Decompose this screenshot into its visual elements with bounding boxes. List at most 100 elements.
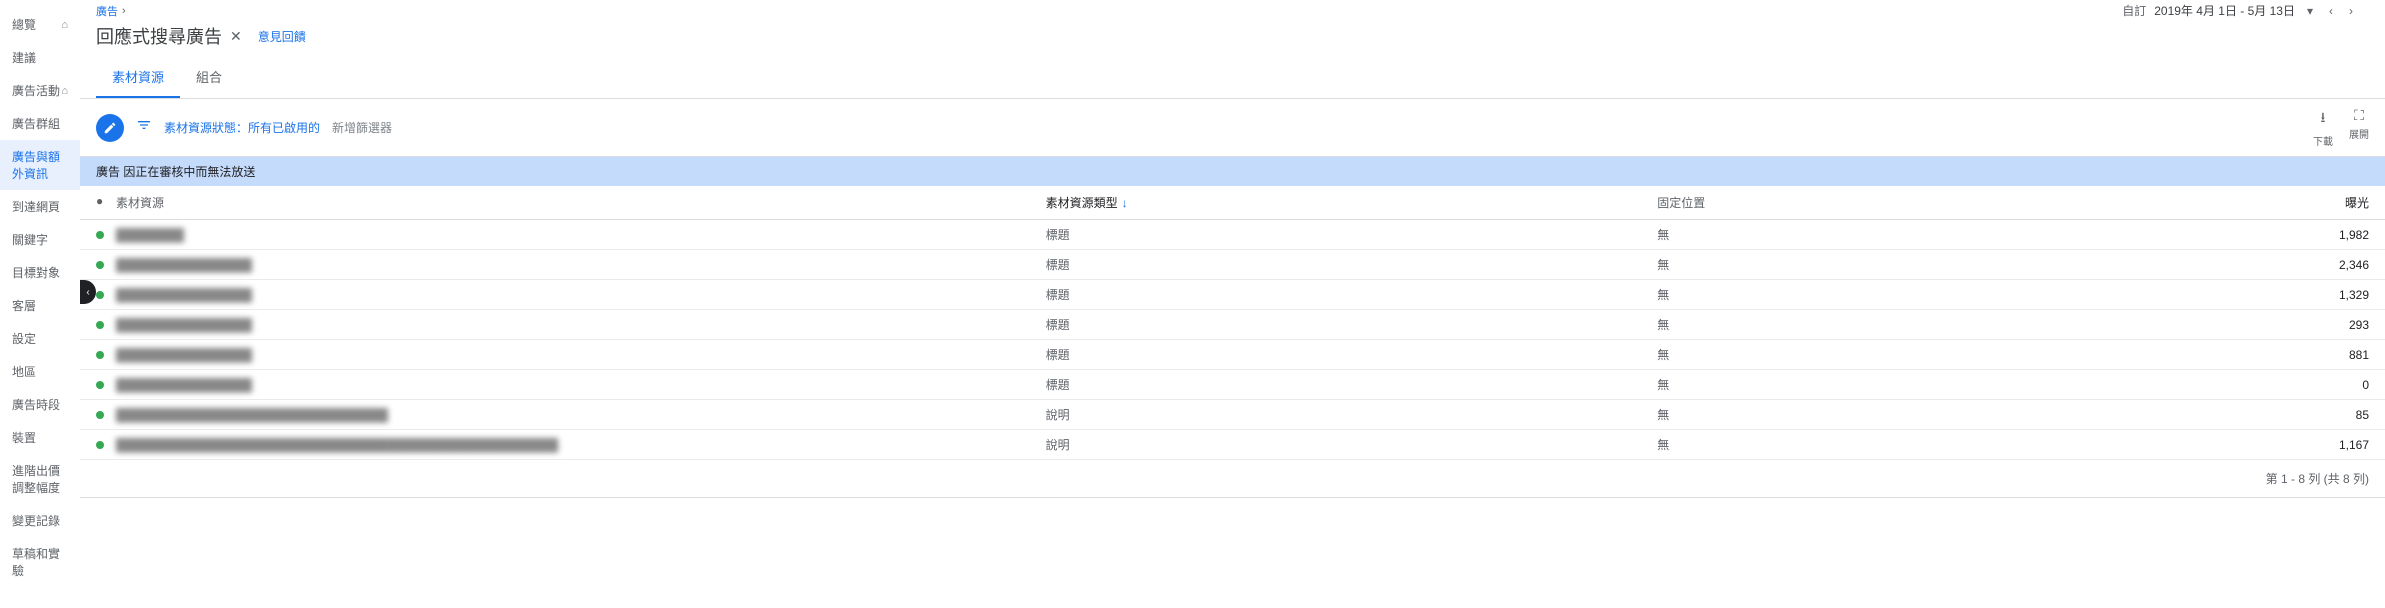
position-cell: 無 [1657,406,2269,423]
sidebar-item-adgroups[interactable]: 廣告群組 [0,107,80,140]
asset-cell: ████████████████████████████████████████… [116,438,1046,452]
position-cell: 無 [1657,256,2269,273]
tab-assets[interactable]: 素材資源 [96,57,180,98]
page-title: 回應式搜尋廣告 [96,23,222,49]
type-cell: 標題 [1046,376,1658,393]
status-cell [96,438,116,452]
feedback-link[interactable]: 意見回饋 [258,28,306,45]
sidebar-item-change-history[interactable]: 變更記錄 [0,504,80,537]
sort-down-icon: ↓ [1122,196,1128,210]
edit-button[interactable] [96,114,124,142]
sidebar-item-overview[interactable]: 總覽 ⌂ [0,8,80,41]
date-prev-button[interactable]: ‹ [2325,4,2337,18]
type-cell: 標題 [1046,286,1658,303]
asset-cell: ████████████████████████████████ [116,408,1046,422]
tab-combinations[interactable]: 組合 [180,57,238,98]
impressions-cell: 881 [2269,348,2369,362]
column-status-dot: ● [96,194,116,211]
impressions-cell: 1,329 [2269,288,2369,302]
status-cell [96,258,116,272]
status-cell [96,378,116,392]
review-notice: 廣告 因正在審核中而無法放送 [80,157,2385,186]
column-asset[interactable]: 素材資源 [116,194,1046,211]
sidebar-item-devices[interactable]: 裝置 [0,421,80,454]
impressions-cell: 1,167 [2269,438,2369,452]
filter-icon[interactable] [136,117,152,138]
table-row[interactable]: ████████████████ 標題 無 2,346 [80,250,2385,280]
table-row[interactable]: ████████████████ 標題 無 0 [80,370,2385,400]
asset-cell: ████████████████ [116,288,1046,302]
sidebar-item-ads-assets[interactable]: 廣告與額外資訊 [0,140,80,190]
status-dot-icon [96,291,104,299]
home-icon: ⌂ [61,19,68,31]
expand-button[interactable]: ⛶ 展開 [2349,107,2369,148]
table-row[interactable]: ████████████████████████████████████████… [80,430,2385,460]
table-header-row: ● 素材資源 素材資源類型↓ 固定位置 曝光 [80,186,2385,220]
type-cell: 標題 [1046,256,1658,273]
sidebar-item-audiences[interactable]: 目標對象 [0,256,80,289]
filter-chip[interactable]: 素材資源狀態：所有已啟用的 [164,119,320,136]
position-cell: 無 [1657,316,2269,333]
sidebar-item-demographics[interactable]: 客層 [0,289,80,322]
chevron-right-icon: › [122,5,126,17]
status-cell [96,288,116,302]
download-icon: ⭳ [2321,107,2326,131]
impressions-cell: 1,982 [2269,228,2369,242]
position-cell: 無 [1657,346,2269,363]
chevron-down-icon[interactable]: ▾ [2303,4,2317,18]
assets-table: ● 素材資源 素材資源類型↓ 固定位置 曝光 ████████ 標題 無 1,9… [80,186,2385,498]
position-cell: 無 [1657,286,2269,303]
breadcrumb-parent[interactable]: 廣告 [96,3,118,19]
status-dot-icon [96,321,104,329]
impressions-cell: 0 [2269,378,2369,392]
sidebar-item-keywords[interactable]: 關鍵字 [0,223,80,256]
home-icon: ⌂ [61,85,68,97]
type-cell: 標題 [1046,346,1658,363]
impressions-cell: 293 [2269,318,2369,332]
download-button[interactable]: ⭳ 下載 [2313,107,2333,148]
table-row[interactable]: ████████████████ 標題 無 1,329 [80,280,2385,310]
asset-cell: ████████████████ [116,318,1046,332]
status-cell [96,348,116,362]
status-dot-icon [96,381,104,389]
status-cell [96,408,116,422]
asset-cell: ████████████████ [116,378,1046,392]
column-position[interactable]: 固定位置 [1657,194,2269,211]
impressions-cell: 85 [2269,408,2369,422]
type-cell: 標題 [1046,226,1658,243]
impressions-cell: 2,346 [2269,258,2369,272]
asset-cell: ████████████████ [116,348,1046,362]
status-dot-icon [96,411,104,419]
position-cell: 無 [1657,226,2269,243]
type-cell: 說明 [1046,436,1658,453]
sidebar-item-ad-schedule[interactable]: 廣告時段 [0,388,80,421]
type-cell: 標題 [1046,316,1658,333]
status-dot-icon [96,231,104,239]
expand-icon: ⛶ [2354,107,2364,124]
status-dot-icon [96,351,104,359]
add-filter-input[interactable]: 新增篩選器 [332,119,392,136]
sidebar-item-settings[interactable]: 設定 [0,322,80,355]
sidebar-item-bid-adjustments[interactable]: 進階出價調整幅度 [0,454,80,504]
sidebar-item-locations[interactable]: 地區 [0,355,80,388]
sidebar-item-landing-pages[interactable]: 到達網頁 [0,190,80,223]
position-cell: 無 [1657,376,2269,393]
sidebar-item-recommendations[interactable]: 建議 [0,41,80,74]
status-dot-icon [96,261,104,269]
type-cell: 說明 [1046,406,1658,423]
status-cell [96,318,116,332]
table-row[interactable]: ████████████████ 標題 無 293 [80,310,2385,340]
date-next-button[interactable]: › [2345,4,2357,18]
sidebar-item-campaigns[interactable]: 廣告活動 ⌂ [0,74,80,107]
close-icon[interactable]: ✕ [230,28,242,45]
sidebar-item-drafts-experiments[interactable]: 草稿和實驗 [0,537,80,587]
table-row[interactable]: ████████████████████████████████ 說明 無 85 [80,400,2385,430]
status-cell [96,228,116,242]
column-type[interactable]: 素材資源類型↓ [1046,194,1658,211]
table-row[interactable]: ████████████████ 標題 無 881 [80,340,2385,370]
table-row[interactable]: ████████ 標題 無 1,982 [80,220,2385,250]
column-impressions[interactable]: 曝光 [2269,194,2369,211]
date-range-picker[interactable]: 2019年 4月 1日 - 5月 13日 [2154,2,2295,19]
asset-cell: ████████████████ [116,258,1046,272]
table-footer: 第 1 - 8 列 (共 8 列) [80,460,2385,498]
